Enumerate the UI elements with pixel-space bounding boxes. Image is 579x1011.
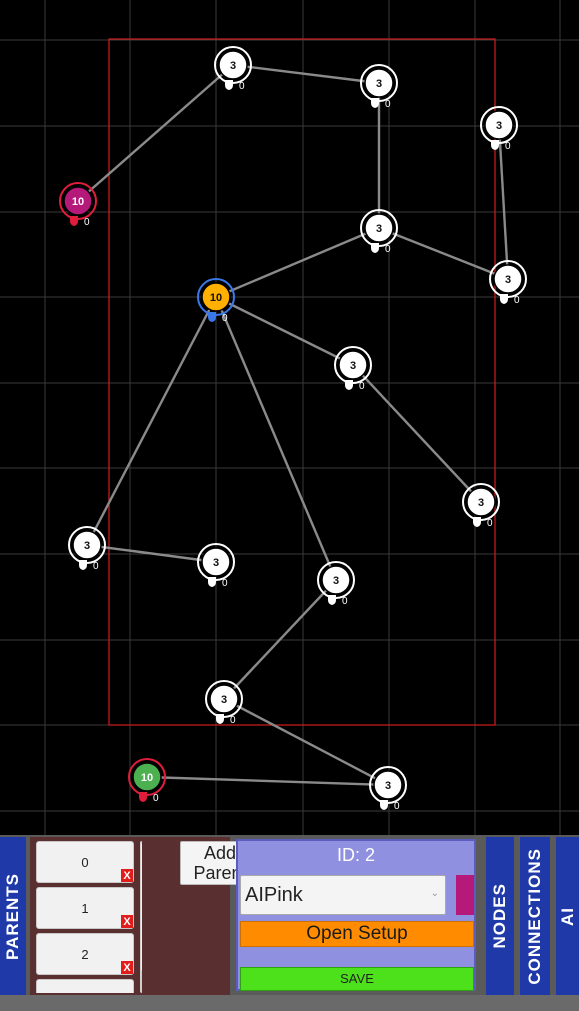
node-value: 10 xyxy=(210,292,222,304)
connection-line[interactable] xyxy=(146,775,389,787)
node-value: 10 xyxy=(141,772,153,784)
ai-select-value: AIPink xyxy=(245,883,303,906)
shield-icon xyxy=(208,312,216,322)
node-value: 3 xyxy=(505,274,511,286)
shield-count: 0 xyxy=(222,313,228,324)
shield-icon xyxy=(216,714,224,724)
shield-count: 0 xyxy=(394,801,400,812)
node-value: 3 xyxy=(496,120,502,132)
bounds-rectangle xyxy=(108,38,496,726)
connection-line[interactable] xyxy=(215,226,380,299)
shield-count: 0 xyxy=(342,596,348,607)
parent-list-scrollbar[interactable] xyxy=(140,841,142,993)
graph-node[interactable]: 30 xyxy=(214,46,252,92)
tab-ai-label: AI xyxy=(557,906,577,926)
shield-count: 0 xyxy=(514,295,520,306)
node-value: 3 xyxy=(221,694,227,706)
shield-count: 0 xyxy=(239,81,245,92)
ai-select[interactable]: AIPink ⌄ xyxy=(240,875,446,915)
bottom-strip xyxy=(0,995,579,1011)
graph-node[interactable]: 100 xyxy=(128,758,166,804)
parent-item-label: 2 xyxy=(81,946,89,962)
shield-icon xyxy=(79,560,87,570)
parent-item[interactable] xyxy=(36,979,134,993)
node-value: 3 xyxy=(350,360,356,372)
connection-line[interactable] xyxy=(352,364,482,503)
shield-count: 0 xyxy=(385,244,391,255)
shield-icon xyxy=(139,792,147,802)
shield-icon xyxy=(208,577,216,587)
node-value: 3 xyxy=(333,575,339,587)
color-swatch[interactable] xyxy=(456,875,474,915)
chevron-down-icon: ⌄ xyxy=(430,888,439,899)
connection-line[interactable] xyxy=(232,63,380,85)
node-value: 10 xyxy=(72,196,84,208)
shield-icon xyxy=(380,800,388,810)
shield-count: 0 xyxy=(359,381,365,392)
graph-node[interactable]: 30 xyxy=(317,561,355,607)
graph-node[interactable]: 30 xyxy=(205,680,243,726)
shield-icon xyxy=(70,216,78,226)
connection-line[interactable] xyxy=(215,295,354,367)
parent-item[interactable]: 2 X xyxy=(36,933,134,975)
shield-icon xyxy=(491,140,499,150)
shield-count: 0 xyxy=(84,217,90,228)
parent-item-label: 0 xyxy=(81,854,89,870)
connection-line[interactable] xyxy=(378,226,509,281)
parent-list[interactable]: 0 X 1 X 2 X xyxy=(36,841,142,993)
connection-line[interactable] xyxy=(77,64,234,202)
node-value: 3 xyxy=(478,497,484,509)
shield-count: 0 xyxy=(487,518,493,529)
connections-layer xyxy=(77,63,510,787)
remove-parent-button[interactable]: X xyxy=(121,961,133,974)
shield-count: 0 xyxy=(153,793,159,804)
node-value: 3 xyxy=(376,78,382,90)
graph-node[interactable]: 30 xyxy=(68,526,106,572)
save-button[interactable]: SAVE xyxy=(240,967,474,991)
open-setup-button[interactable]: Open Setup xyxy=(240,921,474,947)
node-value: 3 xyxy=(230,60,236,72)
shield-count: 0 xyxy=(222,578,228,589)
tab-parents[interactable]: PARENTS xyxy=(0,837,26,995)
shield-count: 0 xyxy=(93,561,99,572)
parent-item-label: 1 xyxy=(81,900,89,916)
connection-line[interactable] xyxy=(85,296,218,546)
shield-count: 0 xyxy=(385,99,391,110)
remove-parent-button[interactable]: X xyxy=(121,869,133,882)
connection-line[interactable] xyxy=(223,697,389,787)
shield-count: 0 xyxy=(230,715,236,726)
tab-ai[interactable]: AI xyxy=(556,837,579,995)
shield-icon xyxy=(328,595,336,605)
graph-node[interactable]: 30 xyxy=(334,346,372,392)
graph-node[interactable]: 30 xyxy=(360,209,398,255)
shield-count: 0 xyxy=(505,141,511,152)
scrollbar-thumb[interactable] xyxy=(141,843,142,971)
parents-panel: 0 X 1 X 2 X Add Parent xyxy=(30,837,260,995)
graph-node[interactable]: 30 xyxy=(462,483,500,529)
tab-connections-label: CONNECTIONS xyxy=(525,847,544,985)
parent-item[interactable]: 0 X xyxy=(36,841,134,883)
tab-connections[interactable]: CONNECTIONS xyxy=(520,837,550,995)
node-settings-panel: ID: 2 AIPink ⌄ Open Setup SAVE xyxy=(236,839,476,991)
node-id-label: ID: 2 xyxy=(336,845,375,865)
graph-node[interactable]: 30 xyxy=(369,766,407,812)
shield-icon xyxy=(473,517,481,527)
tab-nodes[interactable]: NODES xyxy=(486,837,514,995)
shield-icon xyxy=(345,380,353,390)
parent-item[interactable]: 1 X xyxy=(36,887,134,929)
node-value: 3 xyxy=(376,223,382,235)
node-value: 3 xyxy=(213,557,219,569)
node-value: 3 xyxy=(385,780,391,792)
connection-line[interactable] xyxy=(214,296,338,581)
bottom-panel: PARENTS 0 X 1 X 2 X Add Parent ID: 2 AIP xyxy=(0,835,579,1011)
tab-parents-label: PARENTS xyxy=(3,872,22,960)
graph-canvas[interactable]: 30 30301003030100303030 30 303010030 xyxy=(0,0,579,835)
shield-icon xyxy=(225,80,233,90)
shield-icon xyxy=(371,243,379,253)
tab-nodes-label: NODES xyxy=(490,883,509,949)
remove-parent-button[interactable]: X xyxy=(121,915,133,928)
node-value: 3 xyxy=(84,540,90,552)
shield-icon xyxy=(500,294,508,304)
